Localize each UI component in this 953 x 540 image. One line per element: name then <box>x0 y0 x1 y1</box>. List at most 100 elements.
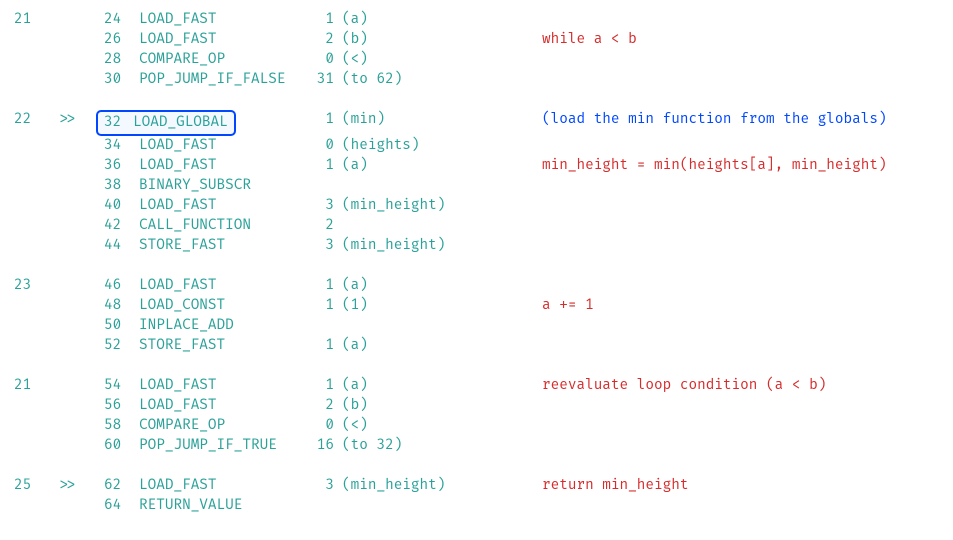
bytecode-offset: 56 <box>104 396 139 416</box>
opcode-name: COMPARE_OP <box>139 50 309 70</box>
opcode-name: COMPARE_OP <box>139 416 309 436</box>
bytecode-row: 60POP_JUMP_IF_TRUE16(to 32) <box>14 436 939 456</box>
opcode-arg: 31 <box>309 70 334 90</box>
bytecode-row: 64RETURN_VALUE <box>14 496 939 516</box>
source-line-number: 25 <box>14 476 59 496</box>
blank-row <box>14 356 939 376</box>
jump-target-marker: >> <box>59 476 104 496</box>
bytecode-row: 30POP_JUMP_IF_FALSE31(to 62) <box>14 70 939 90</box>
bytecode-row: 50INPLACE_ADD <box>14 316 939 336</box>
opcode-arg-repr: (a) <box>342 276 542 296</box>
bytecode-offset: 52 <box>104 336 139 356</box>
opcode-arg-repr: (a) <box>342 156 542 176</box>
opcode-arg-repr: (<) <box>342 416 542 436</box>
opcode-arg-repr: (min_height) <box>342 236 542 256</box>
opcode-arg: 1 <box>309 10 334 30</box>
bytecode-offset: 64 <box>104 496 139 516</box>
bytecode-row: 48LOAD_CONST1(1) a += 1 <box>14 296 939 316</box>
opcode-name: STORE_FAST <box>139 236 309 256</box>
bytecode-row: 52STORE_FAST1(a) <box>14 336 939 356</box>
opcode-arg: 0 <box>309 50 334 70</box>
bytecode-offset: 30 <box>104 70 139 90</box>
opcode-name: LOAD_FAST <box>139 136 309 156</box>
annotation-text: reevaluate loop condition (a < b) <box>542 376 826 396</box>
opcode-arg-repr: (<) <box>342 50 542 70</box>
bytecode-row: 25>>62LOAD_FAST3 (min_height) return min_… <box>14 476 939 496</box>
opcode-name: LOAD_FAST <box>139 10 309 30</box>
opcode-arg-repr: (b) <box>342 396 542 416</box>
opcode-name: BINARY_SUBSCR <box>139 176 309 196</box>
bytecode-row: 34LOAD_FAST0(heights) <box>14 136 939 156</box>
bytecode-offset: 58 <box>104 416 139 436</box>
opcode-name: LOAD_FAST <box>139 376 309 396</box>
opcode-arg-repr: (to 32) <box>342 436 542 456</box>
bytecode-offset: 46 <box>104 276 139 296</box>
opcode-arg: 2 <box>309 396 334 416</box>
bytecode-row: 26LOAD_FAST2 (b)while a < b <box>14 30 939 50</box>
bytecode-offset: 26 <box>104 30 139 50</box>
bytecode-row: 21 24LOAD_FAST1 (a) <box>14 10 939 30</box>
annotation-text: a += 1 <box>542 296 594 316</box>
annotation-text: min_height = min(heights[a], min_height) <box>542 156 887 176</box>
blank-row <box>14 256 939 276</box>
opcode-name: POP_JUMP_IF_TRUE <box>139 436 309 456</box>
opcode-arg-repr: (a) <box>342 10 542 30</box>
opcode-name: LOAD_CONST <box>139 296 309 316</box>
opcode-name: STORE_FAST <box>139 336 309 356</box>
bytecode-offset: 36 <box>104 156 139 176</box>
bytecode-row: 23 46LOAD_FAST1 (a) <box>14 276 939 296</box>
opcode-arg: 0 <box>309 416 334 436</box>
opcode-name: CALL_FUNCTION <box>139 216 309 236</box>
bytecode-offset: 54 <box>104 376 139 396</box>
bytecode-row: 58COMPARE_OP0 (<) <box>14 416 939 436</box>
blank-row <box>14 90 939 110</box>
opcode-arg-repr: (min_height) <box>342 476 542 496</box>
opcode-name: LOAD_FAST <box>139 476 309 496</box>
source-line-number: 22 <box>14 110 59 130</box>
opcode-arg-repr: (to 62) <box>342 70 542 90</box>
bytecode-offset: 34 <box>104 136 139 156</box>
bytecode-offset: 62 <box>104 476 139 496</box>
disassembly-listing: 2124LOAD_FAST1(a)26LOAD_FAST2(b)while a … <box>14 10 939 516</box>
bytecode-offset: 50 <box>104 316 139 336</box>
opcode-arg-repr: (min_height) <box>342 196 542 216</box>
annotation-text: while a < b <box>542 30 637 50</box>
opcode-name: LOAD_FAST <box>139 156 309 176</box>
opcode-arg: 1 <box>309 110 334 130</box>
opcode-name: LOAD_GLOBAL <box>133 114 228 131</box>
opcode-name: LOAD_FAST <box>139 276 309 296</box>
bytecode-row: 21 54LOAD_FAST1 (a) reevaluate loop condit… <box>14 376 939 396</box>
source-line-number: 21 <box>14 376 59 396</box>
opcode-arg: 1 <box>309 156 334 176</box>
opcode-name: RETURN_VALUE <box>139 496 309 516</box>
highlighted-instruction: 32LOAD_GLOBAL <box>96 110 236 136</box>
source-line-number: 23 <box>14 276 59 296</box>
opcode-arg-repr: (a) <box>342 376 542 396</box>
bytecode-offset-cell: 32LOAD_GLOBAL <box>104 110 139 136</box>
bytecode-row: 40LOAD_FAST3(min_height) <box>14 196 939 216</box>
source-line-number: 21 <box>14 10 59 30</box>
annotation-text: (load the min function from the globals) <box>542 110 887 130</box>
opcode-arg: 1 <box>309 376 334 396</box>
bytecode-offset: 28 <box>104 50 139 70</box>
bytecode-row: 22>>32LOAD_GLOBAL1(min) (load the min fu… <box>14 110 939 136</box>
opcode-arg-repr: (1) <box>342 296 542 316</box>
opcode-arg: 3 <box>309 476 334 496</box>
blank-row <box>14 456 939 476</box>
opcode-arg: 16 <box>309 436 334 456</box>
opcode-arg: 2 <box>309 30 334 50</box>
bytecode-offset: 44 <box>104 236 139 256</box>
opcode-arg: 1 <box>309 276 334 296</box>
opcode-arg-repr: (min) <box>342 110 542 130</box>
bytecode-offset: 42 <box>104 216 139 236</box>
bytecode-offset: 32 <box>104 113 133 133</box>
opcode-arg-repr: (b) <box>342 30 542 50</box>
bytecode-row: 28COMPARE_OP0 (<) <box>14 50 939 70</box>
opcode-name: LOAD_FAST <box>139 196 309 216</box>
opcode-arg-repr: (a) <box>342 336 542 356</box>
annotation-text: return min_height <box>542 476 688 496</box>
bytecode-offset: 40 <box>104 196 139 216</box>
bytecode-offset: 24 <box>104 10 139 30</box>
opcode-name: LOAD_FAST <box>139 30 309 50</box>
bytecode-offset: 48 <box>104 296 139 316</box>
